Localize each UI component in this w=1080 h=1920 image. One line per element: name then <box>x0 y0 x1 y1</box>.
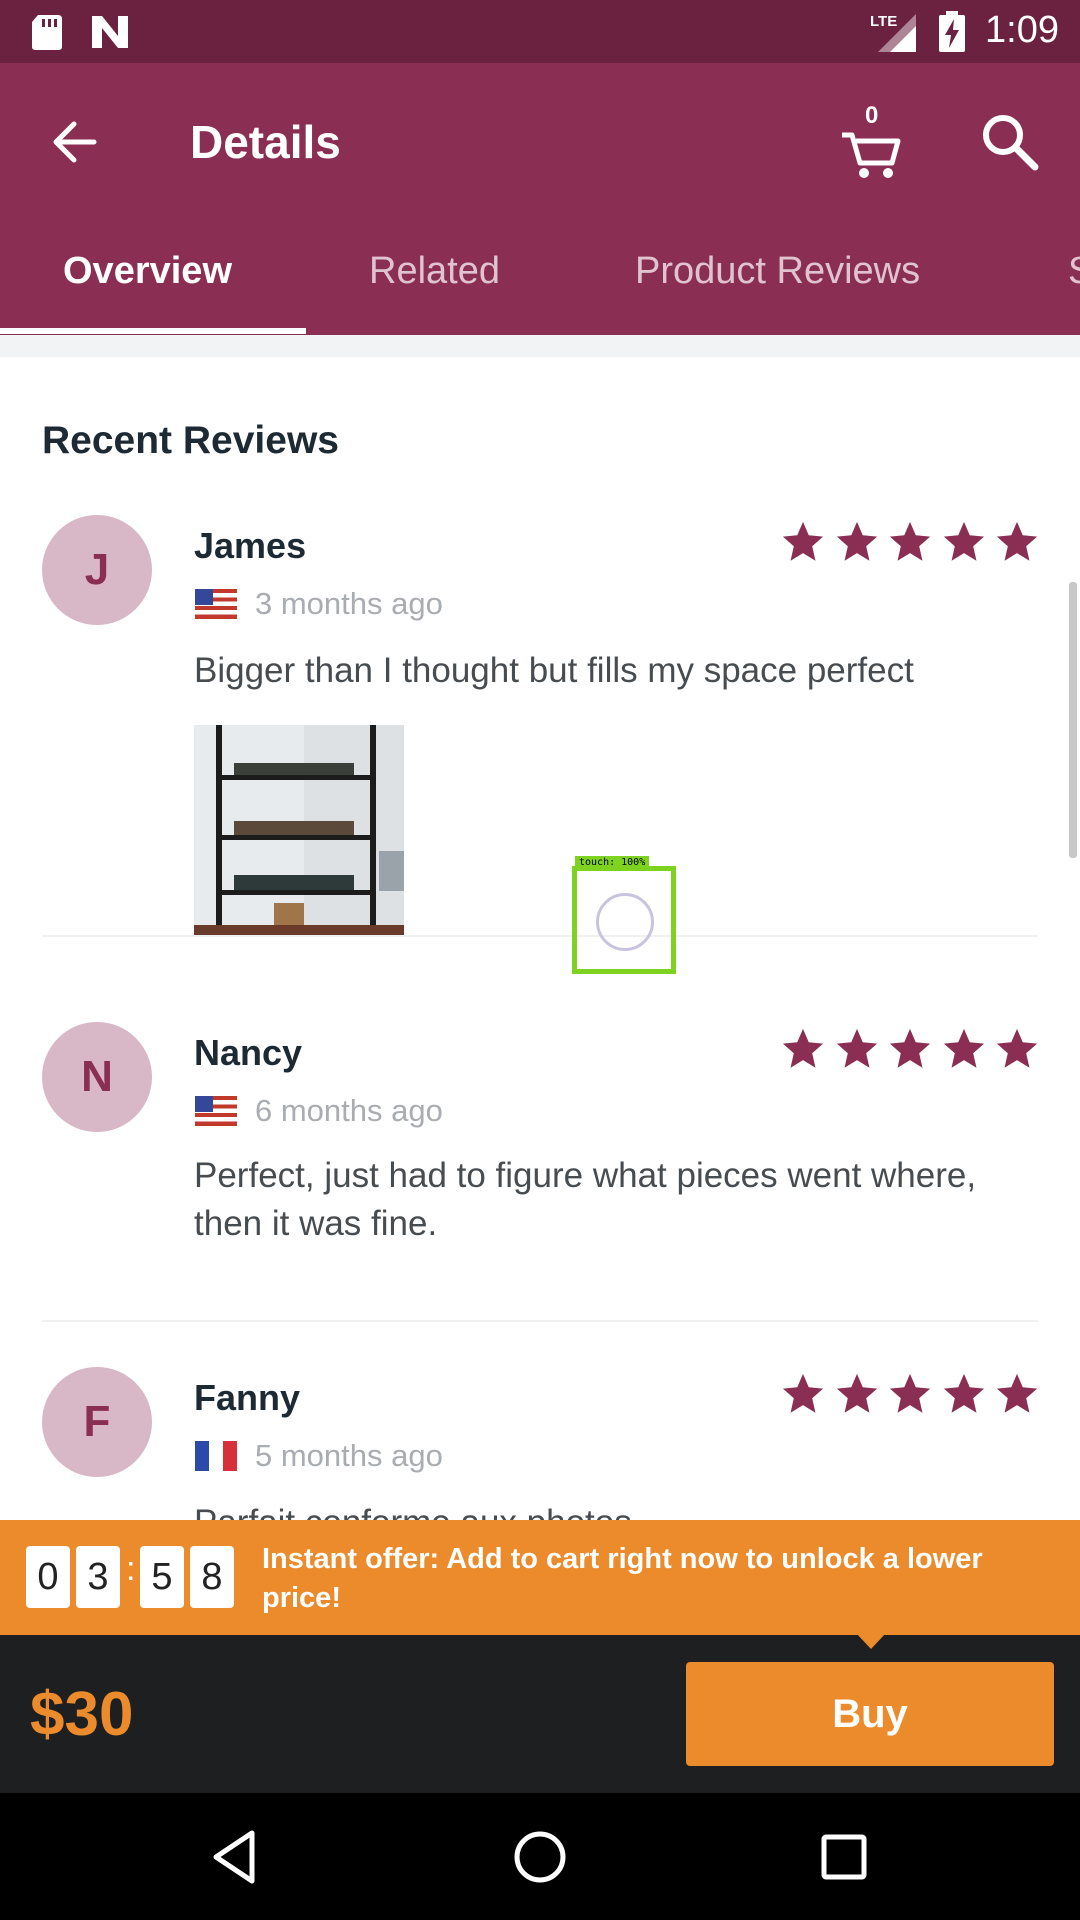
touch-indicator-label: touch: 100% <box>575 856 650 870</box>
review-divider <box>42 935 1038 937</box>
star-rating <box>780 1371 1040 1417</box>
back-arrow-icon[interactable] <box>40 107 110 177</box>
review-divider <box>42 1320 1038 1322</box>
sd-card-icon <box>32 15 62 50</box>
review-text: Perfect, just had to figure what pieces … <box>194 1156 977 1243</box>
us-flag-icon <box>195 1096 237 1126</box>
system-nav-bar <box>0 1793 1080 1920</box>
star-icon <box>782 1028 824 1068</box>
tab-indicator <box>0 328 306 334</box>
avatar: N <box>42 1022 152 1132</box>
section-divider <box>0 335 1080 357</box>
avatar: J <box>42 515 152 625</box>
lte-label: LTE <box>870 13 897 30</box>
buy-button[interactable]: Buy <box>686 1662 1054 1766</box>
reviews-content[interactable]: Recent Reviews J James 3 months ago Bigg… <box>0 357 1080 1520</box>
review-time: 5 months ago <box>255 1438 443 1473</box>
app-bar: Details 0 Overview Related Product Revie… <box>0 63 1080 335</box>
star-icon <box>943 521 984 561</box>
touch-point-circle <box>596 893 654 951</box>
countdown-digit: 8 <box>190 1546 234 1608</box>
offer-pointer-arrow <box>856 1633 886 1649</box>
review-photo[interactable] <box>194 725 404 935</box>
star-icon <box>996 1373 1038 1413</box>
star-icon <box>836 1028 877 1068</box>
review-time: 6 months ago <box>255 1093 443 1128</box>
scrollbar[interactable] <box>1069 582 1077 858</box>
tab-partial[interactable]: S <box>1068 250 1080 293</box>
shelf-photo-image <box>194 725 404 935</box>
tab-related[interactable]: Related <box>369 250 500 293</box>
us-flag-icon <box>195 589 237 619</box>
instant-offer-bar[interactable]: 0 3 : 5 8 Instant offer: Add to cart rig… <box>0 1520 1080 1635</box>
countdown-separator: : <box>126 1550 136 1588</box>
back-triangle-icon[interactable] <box>204 1825 268 1889</box>
review-text: Bigger than I thought but fills my space… <box>194 651 914 690</box>
star-icon <box>943 1373 984 1413</box>
recents-square-icon[interactable] <box>812 1825 876 1889</box>
status-time: 1:09 <box>985 9 1059 51</box>
tab-bar: Overview Related Product Reviews S <box>0 230 1080 335</box>
tab-overview[interactable]: Overview <box>63 250 232 293</box>
review-text: Parfait conforme aux photos <box>194 1499 1024 1520</box>
page-title: Details <box>190 116 341 168</box>
star-icon <box>943 1028 984 1068</box>
battery-charging-icon <box>939 11 965 52</box>
reviewer-name: Nancy <box>194 1032 303 1073</box>
star-icon <box>782 1373 824 1413</box>
star-icon <box>889 521 931 561</box>
reviewer-name: Fanny <box>194 1377 301 1418</box>
star-icon <box>996 521 1038 561</box>
price: $30 <box>30 1680 134 1749</box>
star-icon <box>889 1028 931 1068</box>
star-rating <box>780 1026 1040 1072</box>
offer-text: Instant offer: Add to cart right now to … <box>262 1543 983 1614</box>
reviewer-name: James <box>194 525 307 566</box>
star-icon <box>836 1373 877 1413</box>
star-icon <box>889 1373 931 1413</box>
buy-bar: $30 Buy <box>0 1635 1080 1793</box>
fr-flag-icon <box>195 1441 237 1471</box>
tab-product-reviews[interactable]: Product Reviews <box>635 250 920 293</box>
status-bar: LTE 1:09 <box>0 0 1080 63</box>
n-notification-icon <box>92 16 128 48</box>
star-icon <box>996 1028 1038 1068</box>
lte-signal-icon: LTE <box>870 13 916 52</box>
star-icon <box>782 521 824 561</box>
home-circle-icon[interactable] <box>508 1825 572 1889</box>
countdown-digit: 3 <box>76 1546 120 1608</box>
countdown-digit: 0 <box>26 1546 70 1608</box>
review-time: 3 months ago <box>255 586 443 621</box>
star-icon <box>836 521 877 561</box>
star-rating <box>780 519 1040 565</box>
countdown-digit: 5 <box>140 1546 184 1608</box>
search-icon[interactable] <box>975 107 1045 177</box>
avatar: F <box>42 1367 152 1477</box>
section-title: Recent Reviews <box>42 419 339 462</box>
cart-count-badge: 0 <box>865 102 879 129</box>
